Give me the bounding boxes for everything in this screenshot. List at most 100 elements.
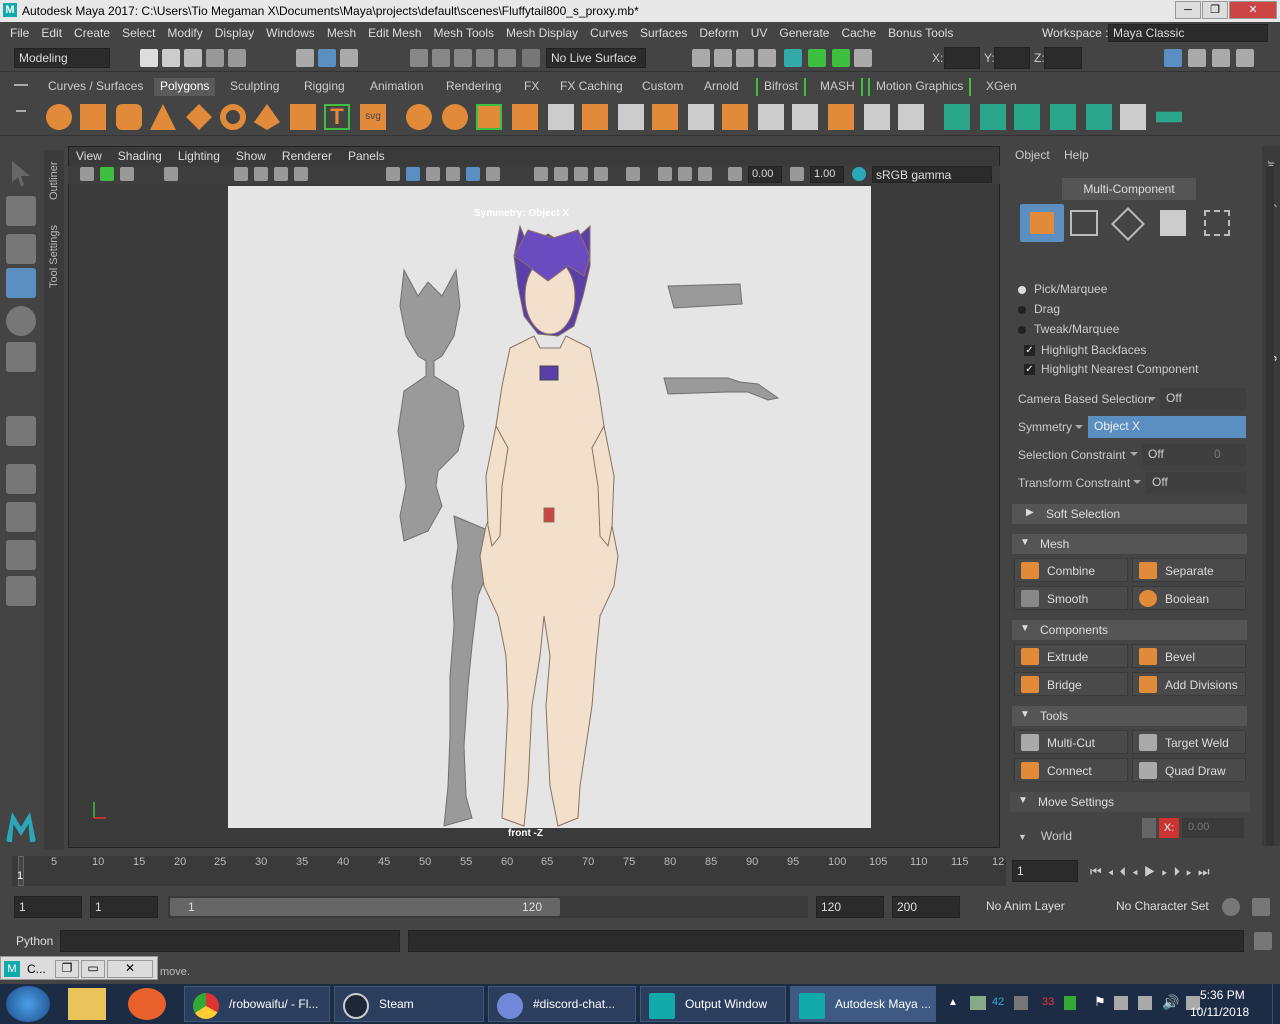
pick-marquee-option[interactable]: Pick/Marquee — [1018, 282, 1107, 296]
vp-menu-renderer[interactable]: Renderer — [282, 149, 332, 163]
poly-cube-icon[interactable] — [80, 104, 106, 130]
vp-menu-lighting[interactable]: Lighting — [178, 149, 220, 163]
boolean-button[interactable]: Boolean — [1132, 586, 1246, 610]
start-button[interactable] — [6, 986, 50, 1022]
playback-start-field[interactable]: 1 — [90, 896, 158, 918]
vp-menu-show[interactable]: Show — [236, 149, 266, 163]
attribute-editor-toggle-icon[interactable] — [1188, 49, 1206, 67]
face-mode-icon[interactable] — [1160, 210, 1186, 236]
menu-edit[interactable]: Edit — [35, 26, 68, 40]
combine-shelf-icon[interactable] — [406, 104, 432, 130]
tray-icon[interactable] — [1014, 996, 1028, 1010]
grid-toggle-icon[interactable] — [234, 167, 248, 181]
pick-marquee-radio[interactable] — [1018, 285, 1026, 294]
menu-curves[interactable]: Curves — [584, 26, 634, 40]
menu-set-dropdown[interactable]: Modeling — [14, 48, 110, 68]
show-desktop-button[interactable] — [1272, 984, 1280, 1024]
vp-menu-panels[interactable]: Panels — [348, 149, 385, 163]
outliner-tab[interactable]: Outliner — [48, 161, 60, 200]
render-frame-icon[interactable] — [714, 49, 732, 67]
exposure-field[interactable]: 0.00 — [748, 166, 782, 183]
clock-time[interactable]: 5:36 PM — [1200, 988, 1245, 1002]
poly-plane-icon[interactable] — [186, 104, 212, 130]
depth-of-field-icon[interactable] — [594, 167, 608, 181]
scrollbar[interactable] — [1266, 166, 1274, 846]
menu-select[interactable]: Select — [116, 26, 161, 40]
hypershade-icon[interactable] — [784, 49, 802, 67]
mtk-menu-help[interactable]: Help — [1064, 148, 1089, 162]
menu-bonus-tools[interactable]: Bonus Tools — [882, 26, 959, 40]
shelf-menu-icon[interactable] — [14, 84, 28, 86]
vp-menu-shading[interactable]: Shading — [118, 149, 162, 163]
tweak-marquee-option[interactable]: Tweak/Marquee — [1018, 322, 1119, 336]
transform-constraint-arrow[interactable] — [1133, 480, 1141, 488]
firefox-icon[interactable] — [128, 988, 166, 1020]
select-camera-icon[interactable] — [80, 167, 94, 181]
cylindrical-uv-icon[interactable] — [980, 104, 1006, 130]
tab-mash[interactable]: MASH — [814, 78, 863, 96]
menu-surfaces[interactable]: Surfaces — [634, 26, 693, 40]
bookmarks-icon[interactable] — [120, 167, 134, 181]
new-scene-icon[interactable] — [140, 49, 158, 67]
tab-motion-graphics[interactable]: Motion Graphics — [868, 78, 972, 96]
cut-sew-icon[interactable] — [1156, 111, 1182, 123]
snap-curve-icon[interactable] — [432, 49, 450, 67]
tool-settings-toggle-icon[interactable] — [1212, 49, 1230, 67]
four-view-layout-icon[interactable] — [6, 502, 36, 532]
menu-mesh-display[interactable]: Mesh Display — [500, 26, 584, 40]
ambient-occlusion-icon[interactable] — [534, 167, 548, 181]
mtk-menu-object[interactable]: Object — [1015, 148, 1050, 162]
xray-active-icon[interactable] — [678, 167, 692, 181]
script-language-label[interactable]: Python — [16, 934, 53, 948]
symmetry-dropdown-arrow[interactable] — [1075, 425, 1083, 433]
tab-polygons[interactable]: Polygons — [154, 78, 216, 96]
multi-cut-shelf-icon[interactable] — [618, 104, 644, 130]
time-slider[interactable]: 1 1 ⏮◂⏴◂▶▸⏵▸⏭ — [0, 852, 1280, 890]
gamma-field[interactable]: 1.00 — [810, 166, 844, 183]
tools-section-header[interactable]: ▼ Tools — [1012, 706, 1247, 726]
poly-cone-icon[interactable] — [150, 104, 176, 130]
tab-xgen[interactable]: XGen — [980, 78, 1023, 96]
separate-shelf-icon[interactable] — [442, 104, 468, 130]
wireframe-on-shaded-icon[interactable] — [426, 167, 440, 181]
wireframe-icon[interactable] — [386, 167, 400, 181]
bridge-button[interactable]: Bridge — [1014, 672, 1128, 696]
tray-green-icon[interactable] — [1064, 996, 1076, 1010]
resolution-gate-icon[interactable] — [274, 167, 288, 181]
tab-sculpting[interactable]: Sculpting — [224, 78, 285, 96]
color-management-icon[interactable] — [852, 167, 866, 181]
tab-bifrost[interactable]: Bifrost — [756, 78, 807, 96]
svg-icon[interactable]: svg — [360, 104, 386, 130]
extrude-shelf-icon[interactable] — [652, 104, 678, 130]
undo-icon[interactable] — [206, 49, 224, 67]
minimize-button[interactable]: ─ — [1175, 1, 1201, 19]
tab-fx[interactable]: FX — [518, 78, 545, 96]
close-small-button[interactable]: ✕ — [107, 960, 153, 978]
camera-based-dropdown-arrow[interactable] — [1148, 397, 1156, 405]
xray-icon[interactable] — [658, 167, 672, 181]
contour-stretch-icon[interactable] — [1086, 104, 1112, 130]
move-tool-icon[interactable] — [6, 268, 36, 298]
paint-select-tool-icon[interactable] — [6, 234, 36, 264]
action-center-flag-icon[interactable]: ⚑ — [1094, 994, 1106, 1010]
select-by-component-icon[interactable] — [340, 49, 358, 67]
playback-controls[interactable]: ⏮◂⏴◂▶▸⏵▸⏭ — [1090, 864, 1216, 880]
tab-fx-caching[interactable]: FX Caching — [554, 78, 629, 96]
menu-display[interactable]: Display — [209, 26, 260, 40]
mesh-section-header[interactable]: ▼ Mesh — [1012, 534, 1247, 554]
save-scene-icon[interactable] — [184, 49, 202, 67]
poly-cylinder-icon[interactable] — [116, 104, 142, 130]
snap-view-plane-icon[interactable] — [476, 49, 494, 67]
animation-end-field[interactable]: 200 — [892, 896, 960, 918]
auto-key-icon[interactable] — [1222, 898, 1240, 916]
soft-selection-header[interactable]: ▶ Soft Selection — [1012, 504, 1247, 524]
smooth-button[interactable]: Smooth — [1014, 586, 1128, 610]
smooth-shade-icon[interactable] — [406, 167, 420, 181]
connect-button[interactable]: Connect — [1014, 758, 1128, 782]
outliner-layout-icon[interactable] — [6, 576, 36, 606]
exposure-icon[interactable] — [728, 167, 742, 181]
menu-mesh[interactable]: Mesh — [321, 26, 362, 40]
clock-date[interactable]: 10/11/2018 — [1190, 1005, 1249, 1019]
snap-grid-icon[interactable] — [410, 49, 428, 67]
bridge-shelf-icon[interactable] — [582, 104, 608, 130]
